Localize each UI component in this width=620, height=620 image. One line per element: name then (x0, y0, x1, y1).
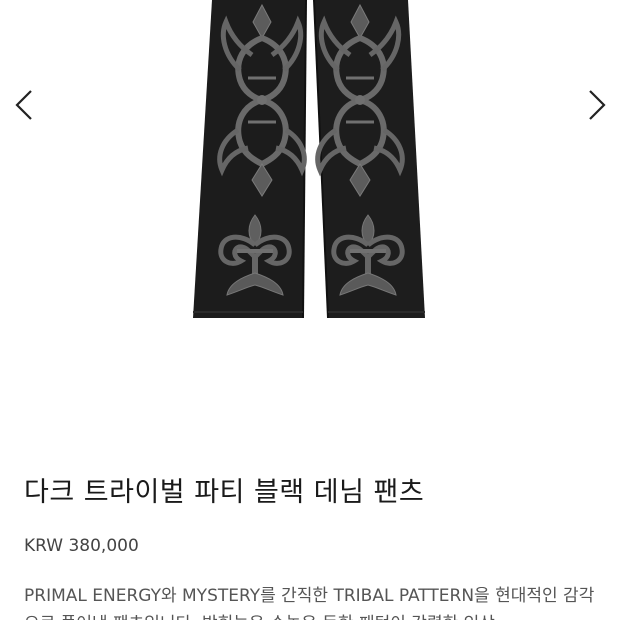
chevron-right-icon (589, 90, 606, 120)
product-detail-page: 다크 트라이벌 파티 블랙 데님 팬츠 KRW 380,000 PRIMAL E… (0, 0, 620, 620)
next-image-button[interactable] (576, 85, 616, 125)
product-price: KRW 380,000 (24, 536, 139, 556)
chevron-left-icon (15, 90, 32, 120)
previous-image-button[interactable] (5, 85, 45, 125)
product-title: 다크 트라이벌 파티 블랙 데님 팬츠 (24, 477, 425, 508)
product-image-gallery (0, 0, 620, 440)
product-image-pants (193, 0, 425, 319)
product-description: PRIMAL ENERGY와 MYSTERY를 간직한 TRIBAL PATTE… (24, 586, 595, 620)
